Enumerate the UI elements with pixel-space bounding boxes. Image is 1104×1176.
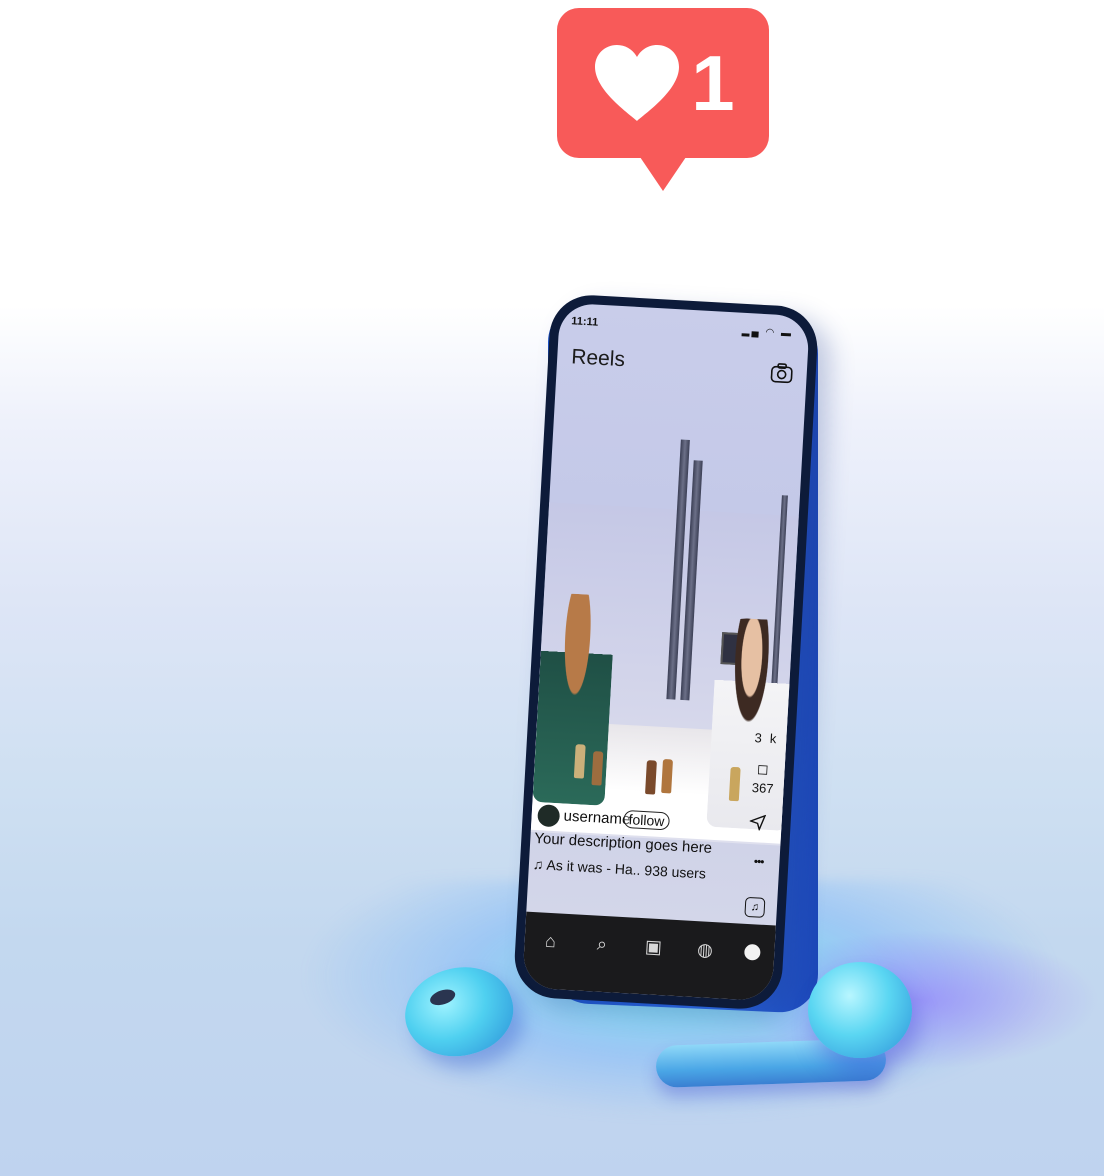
phone-screen: 11:11 ▂▄ ◠ ▬ Reels 3k ◻ 367 ••• ♫ userna… (522, 302, 810, 1002)
more-icon[interactable]: ••• (753, 854, 763, 869)
lab-bottle (645, 760, 657, 795)
lab-bottle (661, 759, 674, 794)
phone: 11:11 ▂▄ ◠ ▬ Reels 3k ◻ 367 ••• ♫ userna… (512, 293, 820, 1011)
page-title: Reels (570, 345, 626, 372)
camera-icon[interactable] (770, 362, 793, 384)
music-title: As it was - Ha.. (546, 856, 642, 878)
like-count: 1 (691, 39, 735, 127)
reels-icon[interactable]: ▣ (641, 936, 666, 958)
signal-icon: ▂▄ (741, 325, 762, 338)
comments-count: 367 (751, 780, 774, 797)
home-icon[interactable]: ⌂ (538, 930, 563, 952)
username[interactable]: username (563, 808, 631, 829)
music-info[interactable]: ♫ As it was - Ha.. 938 users (533, 856, 707, 882)
status-icons: ▂▄ ◠ ▬ (742, 326, 794, 340)
search-icon[interactable]: ⌕ (589, 933, 614, 955)
profile-avatar[interactable] (744, 943, 761, 961)
lab-bottle (591, 751, 604, 786)
comment-icon[interactable]: ◻ (757, 760, 770, 778)
battery-icon: ▬ (780, 327, 794, 340)
follow-button[interactable]: follow (623, 809, 670, 831)
likes-count-suffix: k (769, 730, 777, 747)
bottom-nav: ⌂ ⌕ ▣ ◍ (522, 911, 776, 1002)
shop-icon[interactable]: ◍ (692, 939, 717, 961)
like-notification-badge: 1 (557, 8, 769, 158)
heart-icon (591, 43, 683, 123)
earbud-right (808, 962, 912, 1058)
music-note-icon[interactable]: ♫ (744, 896, 766, 918)
lab-bottle (573, 744, 586, 779)
wifi-icon: ◠ (765, 327, 777, 339)
likes-count-value: 3 (754, 730, 763, 746)
send-icon[interactable] (748, 814, 767, 836)
status-time: 11:11 (570, 315, 599, 329)
video-person-right (706, 616, 798, 831)
likes-count: 3k (754, 730, 777, 746)
lab-bottle (728, 766, 741, 802)
music-note-small-icon: ♫ (532, 855, 544, 873)
audience-count: 938 users (643, 862, 707, 882)
